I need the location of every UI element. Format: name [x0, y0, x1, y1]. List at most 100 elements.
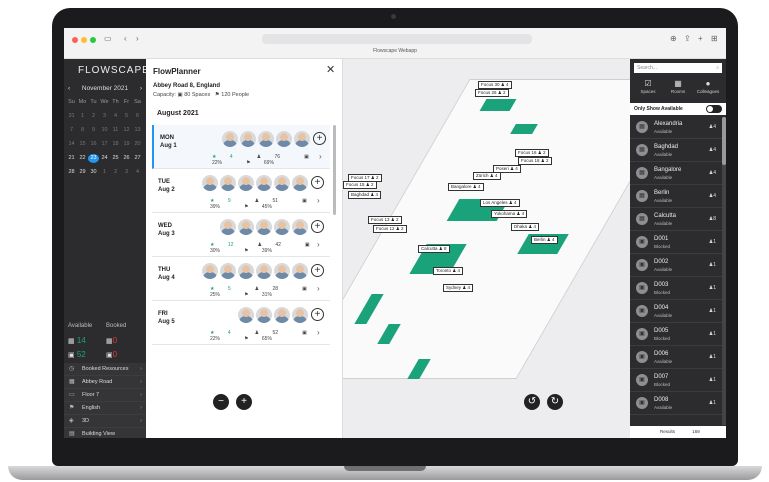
avatar[interactable]: [274, 307, 290, 323]
tab-overview-icon[interactable]: ⊞: [711, 34, 718, 43]
map-room-label[interactable]: Calcutta ♟ 8: [418, 245, 450, 253]
map-room-label[interactable]: Focus 15 ♟ 2: [343, 181, 377, 189]
map-room-label[interactable]: Dhaka ♟ 4: [511, 223, 540, 231]
calendar-day[interactable]: 17: [99, 140, 110, 149]
avatar[interactable]: [274, 219, 290, 235]
tab-spaces[interactable]: ☑ Spaces: [633, 79, 663, 94]
share-icon[interactable]: ⇪: [684, 34, 691, 43]
map-room-label[interactable]: Toronto ♟ 4: [433, 267, 464, 275]
avatar[interactable]: [274, 263, 290, 279]
calendar-day[interactable]: 11: [110, 126, 121, 135]
avatar[interactable]: [240, 131, 256, 147]
map-room-label[interactable]: Bangalore ♟ 4: [448, 183, 484, 191]
tab-colleagues[interactable]: ● Colleagues: [693, 79, 723, 94]
calendar-day[interactable]: 9: [88, 126, 99, 135]
resource-item[interactable]: ▦ Calcutta Available ♟8: [630, 209, 722, 231]
back-icon[interactable]: ‹: [124, 34, 127, 43]
calendar-day[interactable]: 23: [88, 154, 99, 163]
rotate-left-button[interactable]: ↺: [524, 394, 540, 410]
sidebar-item-booked-resources[interactable]: ◷ Booked Resources ›: [64, 363, 146, 376]
avatar[interactable]: [220, 263, 236, 279]
map-room-label[interactable]: Zürich ♟ 4: [473, 172, 501, 180]
calendar-day[interactable]: 16: [88, 140, 99, 149]
add-booking-button[interactable]: +: [311, 264, 324, 277]
avatar[interactable]: [294, 131, 310, 147]
tab-rooms[interactable]: ▦ Rooms: [663, 79, 693, 94]
calendar-day[interactable]: 4: [132, 168, 143, 177]
sidebar-item-floor-7[interactable]: ▭ Floor 7 ›: [64, 389, 146, 402]
zoom-out-button[interactable]: −: [213, 394, 229, 410]
map-room-label[interactable]: Focus 26 ♟ 2: [475, 89, 509, 97]
calendar-day[interactable]: 26: [121, 154, 132, 163]
avatar[interactable]: [220, 175, 236, 191]
resource-item[interactable]: ▦ Berlin Available ♟4: [630, 186, 722, 208]
zoom-in-button[interactable]: +: [236, 394, 252, 410]
search-icon[interactable]: ⌕: [716, 63, 719, 73]
chevron-right-icon[interactable]: ›: [319, 152, 322, 161]
avatar[interactable]: [222, 131, 238, 147]
url-bar[interactable]: [262, 34, 532, 44]
sidebar-item-abbey-road[interactable]: ▦ Abbey Road ›: [64, 376, 146, 389]
calendar-day[interactable]: 3: [121, 168, 132, 177]
resource-item[interactable]: ▦ Baghdad Available ♟4: [630, 140, 722, 162]
calendar-day[interactable]: 7: [66, 126, 77, 135]
resource-item[interactable]: ▦ Bangalore Available ♟4: [630, 163, 722, 185]
close-window-icon[interactable]: [72, 37, 78, 43]
day-row[interactable]: WED Aug 3 + ★ 12 ♟ 42 ▣ 30% ⚑ 39% ›: [152, 213, 330, 257]
chevron-right-icon[interactable]: ›: [317, 240, 320, 249]
resource-item[interactable]: ▣ D004 Available ♟1: [630, 301, 722, 323]
next-month-icon[interactable]: ›: [140, 85, 142, 92]
calendar-day[interactable]: 13: [132, 126, 143, 135]
avatar[interactable]: [238, 175, 254, 191]
resource-item[interactable]: ▣ D002 Available ♟1: [630, 255, 722, 277]
map-room-label[interactable]: Focus 18 ♟ 2: [518, 157, 552, 165]
calendar-day[interactable]: 6: [132, 112, 143, 121]
avatar[interactable]: [256, 307, 272, 323]
day-row[interactable]: FRI Aug 5 + ★ 4 ♟ 52 ▣ 22% ⚑ 65% ›: [152, 301, 330, 345]
calendar-day[interactable]: 21: [66, 154, 77, 163]
day-row[interactable]: MON Aug 1 + ★ 4 ♟ 76 ▣ 22% ⚑ 69% ›: [152, 125, 330, 169]
forward-icon[interactable]: ›: [136, 34, 139, 43]
day-row[interactable]: TUE Aug 2 + ★ 9 ♟ 51 ▣ 39% ⚑ 45% ›: [152, 169, 330, 213]
map-room-label[interactable]: Focus 12 ♟ 2: [373, 225, 407, 233]
sidebar-item-3d[interactable]: ◈ 3D ›: [64, 415, 146, 428]
add-booking-button[interactable]: +: [311, 220, 324, 233]
rotate-right-button[interactable]: ↻: [547, 394, 563, 410]
panel-scrollbar[interactable]: [333, 125, 336, 215]
avatar[interactable]: [256, 175, 272, 191]
calendar-day[interactable]: 27: [132, 154, 143, 163]
floor-map[interactable]: Focus 30 ♟ 4 Focus 26 ♟ 2 Focus 16 ♟ 2 Focu…: [343, 59, 630, 438]
map-room-label[interactable]: Focus 30 ♟ 4: [478, 81, 512, 89]
calendar-day[interactable]: 1: [77, 112, 88, 121]
calendar-day[interactable]: 8: [77, 126, 88, 135]
calendar-day[interactable]: 1: [99, 168, 110, 177]
calendar-day[interactable]: 30: [88, 168, 99, 177]
calendar-day[interactable]: 24: [99, 154, 110, 163]
calendar-day[interactable]: 3: [99, 112, 110, 121]
calendar-day[interactable]: 29: [77, 168, 88, 177]
avatar[interactable]: [292, 263, 308, 279]
resource-item[interactable]: ▦ Alexandria Available ♟4: [630, 117, 722, 139]
maximize-window-icon[interactable]: [90, 37, 96, 43]
add-booking-button[interactable]: +: [313, 132, 326, 145]
avatar[interactable]: [238, 263, 254, 279]
sidebar-item-english[interactable]: ⚑ English ›: [64, 402, 146, 415]
avatar[interactable]: [202, 175, 218, 191]
add-booking-button[interactable]: +: [311, 176, 324, 189]
resource-scrollbar[interactable]: [722, 117, 726, 425]
map-room-label[interactable]: Los Angeles ♟ 4: [480, 199, 520, 207]
map-room-label[interactable]: Berlin ♟ 4: [531, 236, 558, 244]
resource-item[interactable]: ▣ D006 Available ♟1: [630, 347, 722, 369]
resource-item[interactable]: ▣ D001 Blocked ♟1: [630, 232, 722, 254]
calendar-day[interactable]: 4: [110, 112, 121, 121]
resource-item[interactable]: ▣ D008 Available ♟1: [630, 393, 722, 415]
search-input[interactable]: Search... ⌕: [634, 63, 722, 73]
calendar-day[interactable]: 12: [121, 126, 132, 135]
minimize-window-icon[interactable]: [81, 37, 87, 43]
calendar-day[interactable]: 14: [66, 140, 77, 149]
avatar[interactable]: [292, 307, 308, 323]
chevron-right-icon[interactable]: ›: [317, 196, 320, 205]
day-row[interactable]: THU Aug 4 + ★ 5 ♟ 28 ▣ 25% ⚑ 31% ›: [152, 257, 330, 301]
new-tab-icon[interactable]: +: [698, 34, 703, 43]
resource-item[interactable]: ▣ D003 Blocked ♟1: [630, 278, 722, 300]
